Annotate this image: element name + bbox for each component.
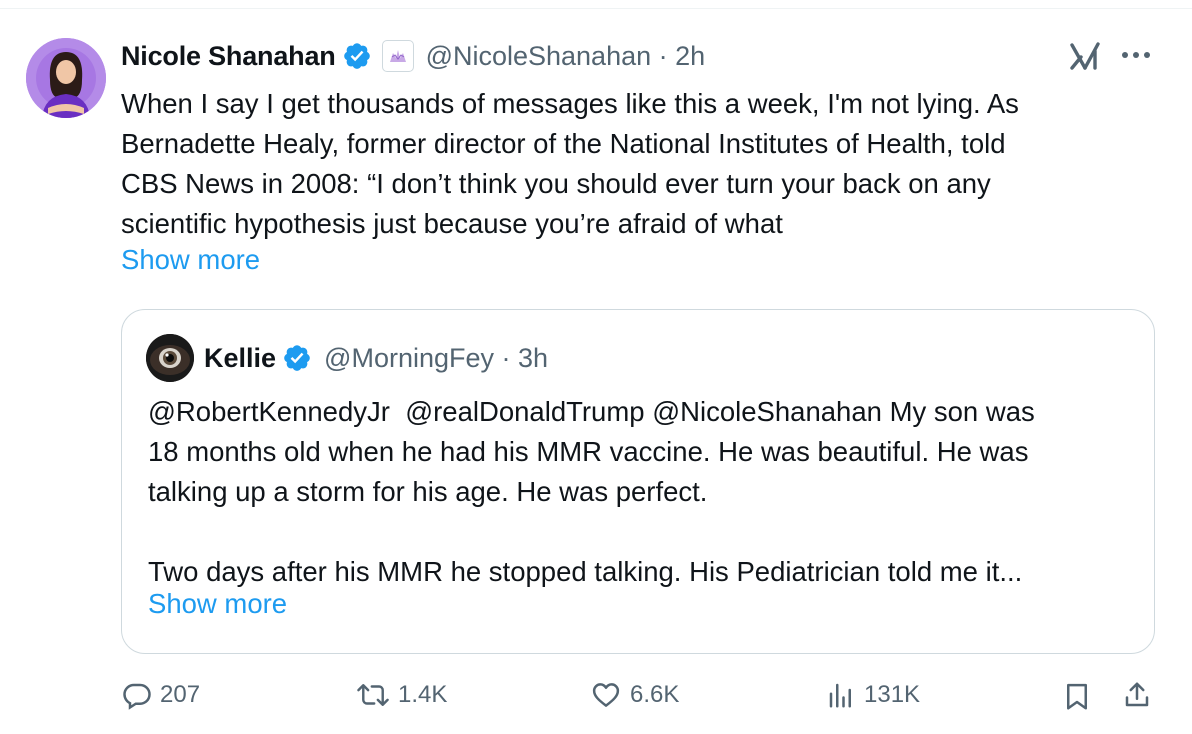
reply-count: 207 [160, 681, 201, 708]
author-display-name[interactable]: Nicole Shanahan [121, 41, 336, 72]
quoted-author-handle-time[interactable]: @MorningFey · 3h [324, 343, 548, 374]
bookmark-icon [1067, 683, 1087, 710]
show-more-link[interactable]: Show more [121, 244, 260, 276]
like-button[interactable]: 6.6K [590, 680, 679, 710]
tweet-text: When I say I get thousands of messages l… [121, 88, 1019, 239]
quoted-author-display-name[interactable]: Kellie [204, 343, 276, 374]
heart-icon [592, 683, 620, 707]
repost-button[interactable]: 1.4K [356, 680, 447, 710]
views-icon [829, 683, 851, 708]
repost-icon [357, 684, 389, 706]
reply-button[interactable]: 207 [122, 680, 200, 710]
quoted-tweet-text: @RobertKennedyJr @realDonaldTrump @Nicol… [148, 396, 1035, 587]
tweet[interactable]: Nicole Shanahan @NicoleShanahan · 2h Whe… [0, 0, 1192, 734]
quoted-tweet[interactable]: Kellie @MorningFey · 3h @RobertKennedyJr… [121, 309, 1155, 654]
like-count: 6.6K [630, 681, 680, 708]
verified-badge-icon[interactable] [282, 343, 312, 373]
quoted-tweet-header: Kellie @MorningFey · 3h [204, 338, 548, 378]
reply-icon [123, 683, 151, 710]
share-button[interactable] [1122, 680, 1160, 710]
views-count: 131K [864, 681, 921, 708]
grok-icon[interactable] [1066, 36, 1106, 76]
quoted-author-avatar[interactable] [146, 334, 194, 382]
quoted-show-more-link[interactable]: Show more [148, 588, 287, 620]
repost-count: 1.4K [398, 681, 448, 708]
author-handle-time[interactable]: @NicoleShanahan · 2h [426, 41, 706, 72]
bookmark-button[interactable] [1062, 682, 1100, 712]
verified-badge-icon[interactable] [342, 41, 372, 71]
share-icon [1125, 682, 1149, 707]
views-button[interactable]: 131K [826, 680, 920, 710]
tweet-header: Nicole Shanahan @NicoleShanahan · 2h [121, 36, 705, 76]
action-bar: 207 1.4K 6.6K 131K [0, 676, 1192, 720]
more-options-icon[interactable] [1118, 40, 1154, 70]
author-avatar[interactable] [26, 38, 106, 118]
affiliate-badge-icon[interactable] [381, 40, 414, 72]
